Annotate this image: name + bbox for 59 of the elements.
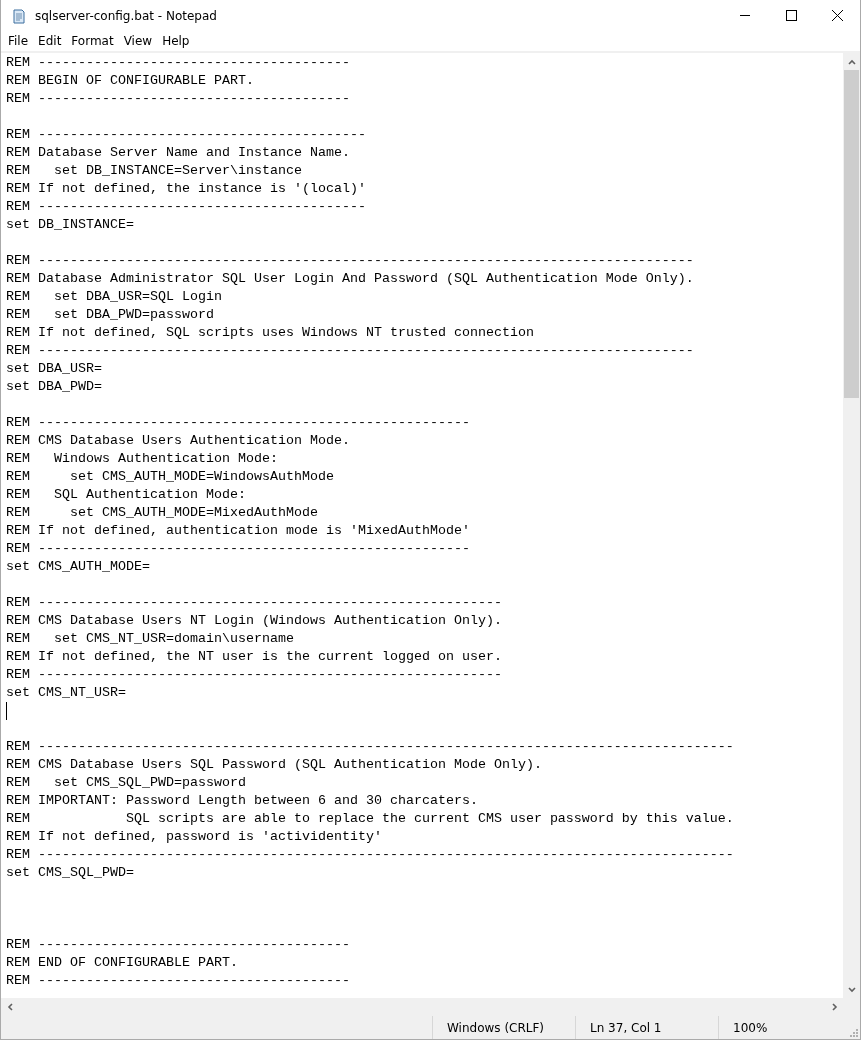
window-title: sqlserver-config.bat - Notepad bbox=[35, 8, 217, 23]
vertical-scrollbar[interactable] bbox=[843, 53, 860, 998]
code-line: REM BEGIN OF CONFIGURABLE PART. bbox=[6, 72, 254, 90]
code-line: REM SQL Authentication Mode: bbox=[6, 486, 246, 504]
code-line: REM ------------------------------------------------------ bbox=[6, 540, 470, 558]
code-line: REM If not defined, SQL scripts uses Windows NT trusted connection bbox=[6, 324, 534, 342]
code-line: REM END OF CONFIGURABLE PART. bbox=[6, 954, 238, 972]
code-line: REM set DB_INSTANCE=Server\instance bbox=[6, 162, 302, 180]
code-line: REM --------------------------------------------------------------------------------------- bbox=[6, 846, 734, 864]
cursor-position-status: Ln 37, Col 1 bbox=[575, 1016, 718, 1039]
code-line: REM Database Administrator SQL User Login And Password (SQL Authentication Mode Only). bbox=[6, 270, 694, 288]
code-line: set DBA_PWD= bbox=[6, 378, 102, 396]
code-line: REM set CMS_SQL_PWD=password bbox=[6, 774, 246, 792]
code-line: REM set DBA_PWD=password bbox=[6, 306, 214, 324]
code-line: REM If not defined, the instance is '(local)' bbox=[6, 180, 366, 198]
zoom-status: 100% bbox=[718, 1016, 848, 1039]
code-line: REM set CMS_AUTH_MODE=WindowsAuthMode bbox=[6, 468, 334, 486]
code-line: REM --------------------------------------- bbox=[6, 972, 350, 990]
code-line: REM ----------------------------------------- bbox=[6, 198, 366, 216]
code-line: REM ------------------------------------------------------ bbox=[6, 414, 470, 432]
code-line: REM Database Server Name and Instance Name. bbox=[6, 144, 350, 162]
code-line: REM SQL scripts are able to replace the current CMS user password by this value. bbox=[6, 810, 734, 828]
code-line: REM ---------------------------------------------------------------------------------- bbox=[6, 252, 694, 270]
code-line: REM set DBA_USR=SQL Login bbox=[6, 288, 222, 306]
scrollbar-thumb[interactable] bbox=[844, 70, 859, 398]
code-line: REM CMS Database Users Authentication Mode. bbox=[6, 432, 350, 450]
close-icon bbox=[831, 10, 843, 21]
text-cursor bbox=[6, 702, 7, 720]
code-line: REM set CMS_NT_USR=domain\username bbox=[6, 630, 294, 648]
code-line: set CMS_NT_USR= bbox=[6, 684, 126, 702]
menu-item[interactable]: Edit bbox=[33, 31, 67, 51]
code-line: REM --------------------------------------- bbox=[6, 90, 350, 108]
code-line: REM CMS Database Users NT Login (Windows Authentication Only). bbox=[6, 612, 502, 630]
code-line: REM ---------------------------------------------------------------------------------- bbox=[6, 342, 694, 360]
code-line: REM If not defined, the NT user is the current logged on user. bbox=[6, 648, 502, 666]
code-line: REM ----------------------------------------- bbox=[6, 126, 366, 144]
code-line: set DBA_USR= bbox=[6, 360, 102, 378]
menu-item[interactable]: Format bbox=[66, 31, 119, 51]
code-line: REM ---------------------------------------------------------- bbox=[6, 666, 502, 684]
code-line: REM --------------------------------------- bbox=[6, 54, 350, 72]
code-line: REM If not defined, password is 'actividentity' bbox=[6, 828, 382, 846]
menu-item[interactable]: Help bbox=[157, 31, 195, 51]
menu-item[interactable]: View bbox=[118, 31, 158, 51]
code-line: REM --------------------------------------------------------------------------------------- bbox=[6, 738, 734, 756]
code-line: REM Windows Authentication Mode: bbox=[6, 450, 278, 468]
code-line: REM If not defined, authentication mode is 'MixedAuthMode' bbox=[6, 522, 470, 540]
code-line: set CMS_AUTH_MODE= bbox=[6, 558, 150, 576]
maximize-icon bbox=[785, 10, 797, 21]
code-line: set DB_INSTANCE= bbox=[6, 216, 134, 234]
line-ending-status: Windows (CRLF) bbox=[432, 1016, 575, 1039]
notepad-icon bbox=[11, 7, 27, 24]
code-line: REM set CMS_AUTH_MODE=MixedAuthMode bbox=[6, 504, 318, 522]
code-line: REM --------------------------------------- bbox=[6, 936, 350, 954]
code-line: REM IMPORTANT: Password Length between 6 and 30 charcaters. bbox=[6, 792, 478, 810]
code-line: REM CMS Database Users SQL Password (SQL Authentication Mode Only). bbox=[6, 756, 542, 774]
code-line: REM ---------------------------------------------------------- bbox=[6, 594, 502, 612]
resize-grip-icon bbox=[848, 1027, 858, 1037]
menu-item[interactable]: File bbox=[3, 31, 34, 51]
code-line: set CMS_SQL_PWD= bbox=[6, 864, 134, 882]
